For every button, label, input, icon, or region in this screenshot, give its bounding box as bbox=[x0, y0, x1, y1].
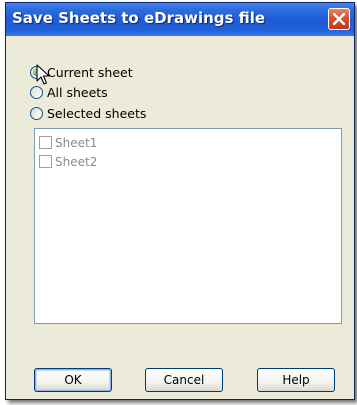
checkbox-sheet1[interactable] bbox=[39, 136, 52, 149]
list-item-label: Sheet2 bbox=[55, 154, 98, 169]
dialog-window: Save Sheets to eDrawings file Current sh… bbox=[5, 2, 355, 400]
list-item-label: Sheet1 bbox=[55, 135, 98, 150]
radio-all-sheets[interactable]: All sheets bbox=[30, 83, 108, 101]
dialog-title: Save Sheets to eDrawings file bbox=[12, 9, 266, 27]
title-bar[interactable]: Save Sheets to eDrawings file bbox=[6, 3, 354, 36]
radio-selected-sheets[interactable]: Selected sheets bbox=[30, 104, 146, 122]
radio-label-selected-sheets: Selected sheets bbox=[47, 105, 147, 121]
radio-label-current-sheet: Current sheet bbox=[47, 64, 133, 80]
radio-button-selected-sheets[interactable] bbox=[30, 106, 43, 120]
radio-label-all-sheets: All sheets bbox=[47, 84, 108, 100]
sheet-list[interactable]: Sheet1 Sheet2 bbox=[34, 128, 342, 324]
help-button[interactable]: Help bbox=[257, 368, 335, 392]
list-item-sheet1[interactable]: Sheet1 bbox=[39, 134, 97, 151]
list-item-sheet2[interactable]: Sheet2 bbox=[39, 153, 97, 170]
cancel-button[interactable]: Cancel bbox=[145, 368, 223, 392]
radio-button-current-sheet[interactable] bbox=[30, 65, 43, 79]
radio-button-all-sheets[interactable] bbox=[30, 85, 43, 99]
checkbox-sheet2[interactable] bbox=[39, 155, 52, 168]
close-icon bbox=[333, 13, 345, 25]
radio-current-sheet[interactable]: Current sheet bbox=[30, 63, 133, 81]
ok-button[interactable]: OK bbox=[34, 368, 112, 392]
close-button[interactable] bbox=[328, 8, 350, 30]
